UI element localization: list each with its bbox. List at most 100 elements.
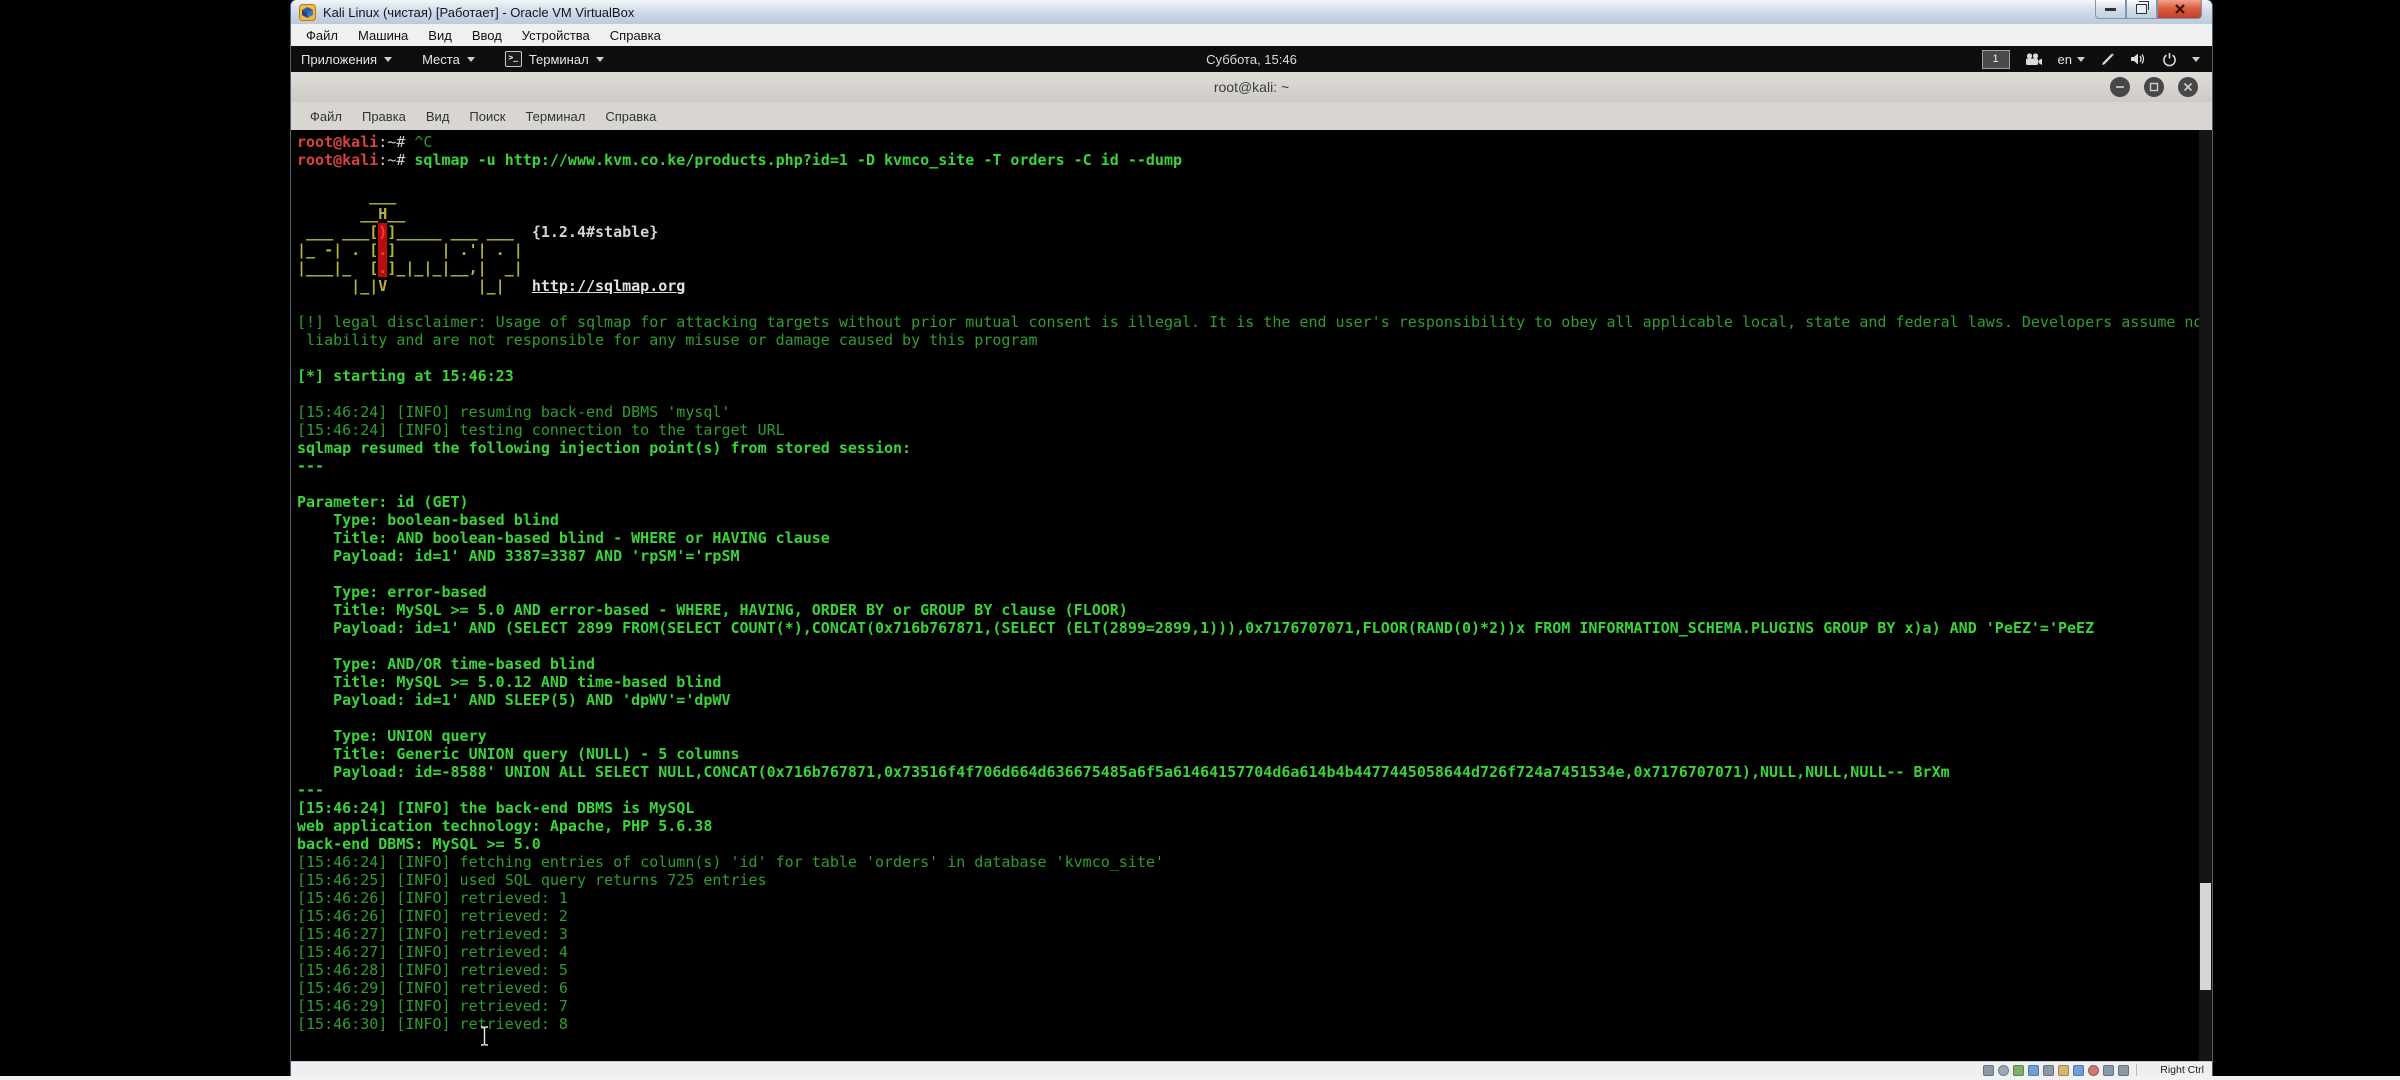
audio-icon[interactable] xyxy=(2013,1065,2024,1076)
minimize-icon xyxy=(2105,8,2116,11)
power-icon[interactable] xyxy=(2162,52,2177,67)
terminal-menu-label: Терминал xyxy=(529,52,589,67)
terminal-line xyxy=(297,385,2212,403)
vbox-menu-item-1[interactable]: Машина xyxy=(348,25,418,46)
scrollbar-thumb[interactable] xyxy=(2200,883,2211,990)
terminal-line: Title: Generic UNION query (NULL) - 5 co… xyxy=(297,745,2212,763)
terminal-title: root@kali: ~ xyxy=(1214,79,1289,95)
terminal-line: [15:46:24] [INFO] the back-end DBMS is M… xyxy=(297,799,2212,817)
restore-button[interactable] xyxy=(2126,0,2157,19)
chevron-down-icon xyxy=(2077,57,2085,62)
terminal-line: Title: MySQL >= 5.0 AND error-based - WH… xyxy=(297,601,2212,619)
applications-menu[interactable]: Приложения xyxy=(301,46,392,72)
host-key-label: Right Ctrl xyxy=(2160,1064,2204,1076)
volume-icon[interactable] xyxy=(2130,52,2147,66)
terminal-line: [15:46:26] [INFO] retrieved: 1 xyxy=(297,889,2212,907)
terminal-text: root@kali:~# ^Croot@kali:~# sqlmap -u ht… xyxy=(291,130,2212,1033)
terminal-menu-item-2[interactable]: Вид xyxy=(416,105,460,128)
terminal-app-menu[interactable]: >_ Терминал xyxy=(505,46,604,72)
terminal-line: Title: AND boolean-based blind - WHERE o… xyxy=(297,529,2212,547)
vm-screen: Приложения Места >_ Терминал Суббота, 15… xyxy=(291,46,2212,1062)
virtualbox-app-icon xyxy=(299,4,316,21)
terminal-line: [15:46:29] [INFO] retrieved: 7 xyxy=(297,997,2212,1015)
terminal-line: [15:46:30] [INFO] retrieved: 8 xyxy=(297,1015,2212,1033)
terminal-line: |___|_ [.]_|_|_|__,| _| xyxy=(297,259,2212,277)
terminal-line: sqlmap resumed the following injection p… xyxy=(297,439,2212,457)
terminal-close-button[interactable] xyxy=(2178,77,2198,97)
terminal-minimize-button[interactable] xyxy=(2110,77,2130,97)
vbox-menu-item-2[interactable]: Вид xyxy=(418,25,462,46)
close-icon xyxy=(2174,4,2186,14)
terminal-line: [15:46:29] [INFO] retrieved: 6 xyxy=(297,979,2212,997)
network-icon[interactable] xyxy=(2028,1065,2039,1076)
terminal-line: Parameter: id (GET) xyxy=(297,493,2212,511)
host-taskbar-edge xyxy=(0,1076,2400,1080)
vbox-menu-item-0[interactable]: Файл xyxy=(296,25,348,46)
host-desktop: Kali Linux (чистая) [Работает] - Oracle … xyxy=(0,0,2400,1080)
vbox-menu-item-5[interactable]: Справка xyxy=(600,25,671,46)
terminal-line: [15:46:24] [INFO] resuming back-end DBMS… xyxy=(297,403,2212,421)
terminal-line: Payload: id=1' AND SLEEP(5) AND 'dpWV'='… xyxy=(297,691,2212,709)
terminal-line: [15:46:25] [INFO] used SQL query returns… xyxy=(297,871,2212,889)
hard-disk-icon[interactable] xyxy=(1983,1065,1994,1076)
minimize-button[interactable] xyxy=(2095,0,2126,19)
terminal-line: back-end DBMS: MySQL >= 5.0 xyxy=(297,835,2212,853)
terminal-titlebar[interactable]: root@kali: ~ xyxy=(291,72,2212,103)
close-button[interactable] xyxy=(2157,0,2202,19)
terminal-menu-item-0[interactable]: Файл xyxy=(300,105,352,128)
terminal-line: [15:46:28] [INFO] retrieved: 5 xyxy=(297,961,2212,979)
chevron-down-icon[interactable] xyxy=(2192,57,2200,62)
keyboard-layout-switcher[interactable]: en xyxy=(2058,52,2085,67)
terminal-line xyxy=(297,565,2212,583)
panel-clock[interactable]: Суббота, 15:46 xyxy=(1206,46,1297,72)
optical-disc-icon[interactable] xyxy=(1998,1065,2009,1076)
chevron-down-icon xyxy=(467,57,475,62)
workspace-indicator[interactable]: 1 xyxy=(1982,50,2010,69)
restore-icon xyxy=(2136,4,2147,14)
terminal-line: [!] legal disclaimer: Usage of sqlmap fo… xyxy=(297,313,2212,331)
chevron-down-icon xyxy=(384,57,392,62)
terminal-line: Payload: id=1' AND (SELECT 2899 FROM(SEL… xyxy=(297,619,2212,637)
terminal-maximize-button[interactable] xyxy=(2144,77,2164,97)
terminal-line: __H__ xyxy=(297,205,2212,223)
terminal-line: ___ xyxy=(297,187,2212,205)
terminal-menu-item-3[interactable]: Поиск xyxy=(459,105,515,128)
places-label: Места xyxy=(422,52,460,67)
applications-label: Приложения xyxy=(301,52,377,67)
keyboard-icon[interactable] xyxy=(2118,1065,2129,1076)
statusbar-divider xyxy=(2136,1064,2137,1076)
terminal-menubar: ФайлПравкаВидПоискТерминалСправка xyxy=(291,102,2212,131)
terminal-line: root@kali:~# ^C xyxy=(297,133,2212,151)
terminal-line: [15:46:27] [INFO] retrieved: 3 xyxy=(297,925,2212,943)
terminal-line: web application technology: Apache, PHP … xyxy=(297,817,2212,835)
pen-tool-icon[interactable] xyxy=(2100,52,2115,67)
mouse-integration-icon[interactable] xyxy=(2103,1065,2114,1076)
vbox-menu-item-4[interactable]: Устройства xyxy=(512,25,600,46)
virtualbox-titlebar[interactable]: Kali Linux (чистая) [Работает] - Oracle … xyxy=(291,0,2212,24)
close-icon xyxy=(2183,82,2193,92)
virtualbox-menubar: ФайлМашинаВидВводУстройстваСправка xyxy=(291,24,2212,47)
terminal-line xyxy=(297,295,2212,313)
terminal-line: |_ -| . [.] | .'| . | xyxy=(297,241,2212,259)
video-capture-icon[interactable] xyxy=(2088,1065,2099,1076)
display-icon[interactable] xyxy=(2073,1065,2084,1076)
terminal-menu-item-4[interactable]: Терминал xyxy=(515,105,595,128)
places-menu[interactable]: Места xyxy=(422,46,475,72)
screen-recorder-icon[interactable] xyxy=(2025,53,2043,66)
terminal-output: root@kali:~# ^Croot@kali:~# sqlmap -u ht… xyxy=(291,130,2212,1062)
usb-icon[interactable] xyxy=(2043,1065,2054,1076)
kali-top-panel: Приложения Места >_ Терминал Суббота, 15… xyxy=(291,46,2212,73)
maximize-icon xyxy=(2149,82,2159,92)
terminal-line: [15:46:24] [INFO] testing connection to … xyxy=(297,421,2212,439)
terminal-menu-item-5[interactable]: Справка xyxy=(595,105,666,128)
terminal-line: Payload: id=-8588' UNION ALL SELECT NULL… xyxy=(297,763,2212,781)
shared-folders-icon[interactable] xyxy=(2058,1065,2069,1076)
vbox-menu-item-3[interactable]: Ввод xyxy=(462,25,512,46)
terminal-line: Type: boolean-based blind xyxy=(297,511,2212,529)
terminal-line xyxy=(297,475,2212,493)
terminal-line xyxy=(297,709,2212,727)
terminal-line xyxy=(297,637,2212,655)
terminal-scrollbar[interactable] xyxy=(2199,130,2212,1062)
terminal-menu-item-1[interactable]: Правка xyxy=(352,105,416,128)
ibeam-cursor xyxy=(479,1026,490,1046)
